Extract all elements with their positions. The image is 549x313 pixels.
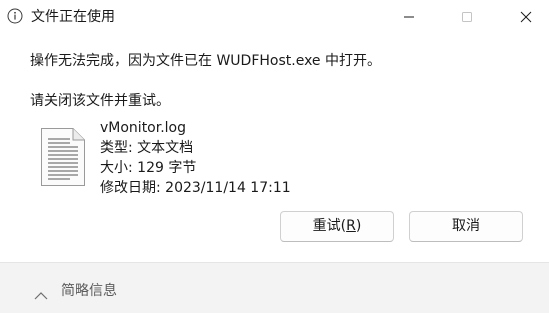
maximize-icon [461,8,473,27]
file-modified-date: 修改日期: 2023/11/14 17:11 [100,180,291,196]
details-toggle[interactable]: 简略信息 [61,282,117,300]
file-type: 类型: 文本文档 [100,140,194,156]
close-button[interactable] [503,0,549,34]
close-icon [520,8,532,27]
cancel-button[interactable]: 取消 [409,211,523,242]
maximize-button[interactable] [444,0,490,34]
message-line-1: 操作无法完成，因为文件已在 WUDFHost.exe 中打开。 [30,53,381,69]
file-name: vMonitor.log [100,120,187,136]
retry-button[interactable]: 重试(R) [280,211,394,242]
file-in-use-dialog: 文件正在使用 操作无法完成，因为文件已在 WUDFHost.exe 中打开。 请… [0,0,549,313]
retry-label-suffix: ) [355,218,362,234]
text-document-icon [40,127,86,187]
info-circle-icon [7,8,23,24]
message-line-2: 请关闭该文件并重试。 [30,93,170,109]
retry-label-prefix: 重试( [312,218,347,234]
retry-mnemonic-key: R [346,218,356,234]
window-title: 文件正在使用 [31,9,115,25]
minimize-button[interactable] [386,0,432,34]
title-bar[interactable]: 文件正在使用 [0,0,549,34]
chevron-up-icon[interactable] [34,285,48,300]
footer: 简略信息 [0,262,549,313]
file-size: 大小: 129 字节 [100,160,197,176]
minimize-icon [403,8,415,27]
